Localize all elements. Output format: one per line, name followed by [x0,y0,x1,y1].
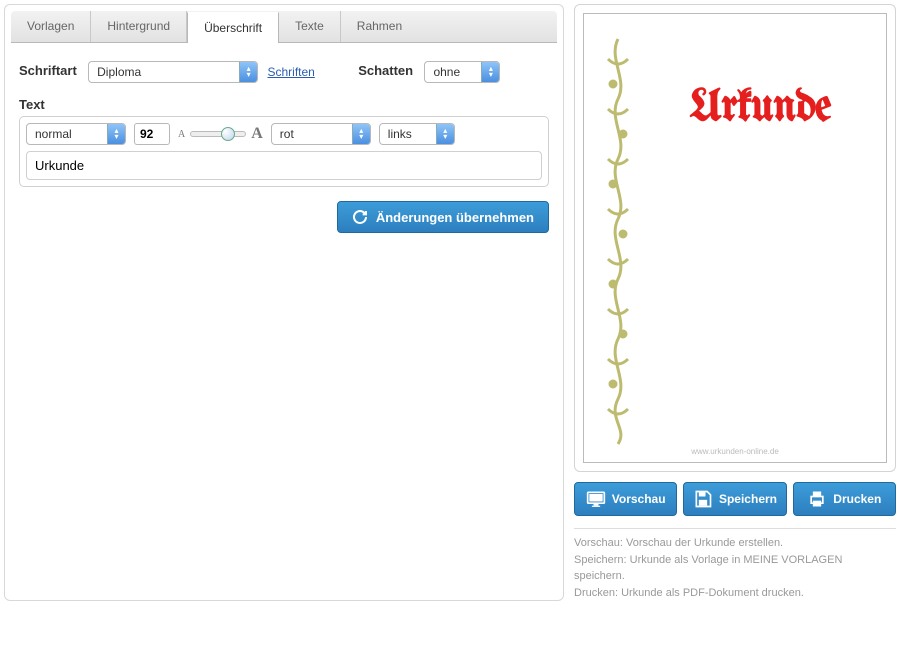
fonts-link[interactable]: Schriften [267,65,314,79]
tab-ueberschrift[interactable]: Überschrift [187,12,279,43]
divider [574,528,896,529]
tab-hintergrund[interactable]: Hintergrund [91,11,187,42]
size-input[interactable] [134,123,170,145]
slider-a-small: A [178,129,185,140]
apply-button-label: Änderungen übernehmen [376,210,534,225]
help-line-save: Speichern: Urkunde als Vorlage in MEINE … [574,552,896,585]
font-select[interactable]: Diploma [88,61,258,83]
ornament-icon [598,29,638,449]
apply-button[interactable]: Änderungen übernehmen [337,201,549,233]
tab-vorlagen[interactable]: Vorlagen [11,11,91,42]
print-button[interactable]: Drucken [793,482,896,516]
editor-panel: Vorlagen Hintergrund Überschrift Texte R… [4,4,564,601]
size-slider[interactable] [190,131,246,137]
print-icon [807,489,827,509]
tab-texte[interactable]: Texte [279,11,341,42]
heading-text-input[interactable] [26,151,542,180]
font-label: Schriftart [19,63,77,78]
shadow-select[interactable]: ohne [424,61,500,83]
tab-rahmen[interactable]: Rahmen [341,11,418,42]
save-button[interactable]: Speichern [683,482,786,516]
certificate-footer: www.urkunden-online.de [584,447,886,456]
style-select[interactable]: normal [26,123,126,145]
save-button-label: Speichern [719,492,777,506]
help-line-preview: Vorschau: Vorschau der Urkunde erstellen… [574,535,896,552]
help-line-print: Drucken: Urkunde als PDF-Dokument drucke… [574,585,896,602]
monitor-icon [586,489,606,509]
preview-button[interactable]: Vorschau [574,482,677,516]
preview-box: Urkunde www.urkunden-online.de [574,4,896,472]
size-slider-wrap: A A [178,125,263,143]
text-section-label: Text [19,97,541,112]
slider-a-big: A [251,125,263,143]
shadow-label: Schatten [358,63,413,78]
tab-bar: Vorlagen Hintergrund Überschrift Texte R… [11,11,557,43]
text-settings-box: normal A A rot links [19,116,549,187]
preview-button-label: Vorschau [612,492,666,506]
print-button-label: Drucken [833,492,881,506]
refresh-icon [352,209,368,225]
help-text: Vorschau: Vorschau der Urkunde erstellen… [574,535,896,601]
align-select[interactable]: links [379,123,455,145]
certificate-preview: Urkunde www.urkunden-online.de [583,13,887,463]
preview-panel: Urkunde www.urkunden-online.de Vorschau … [574,4,896,601]
save-icon [693,489,713,509]
color-select[interactable]: rot [271,123,371,145]
certificate-title: Urkunde [646,84,874,132]
